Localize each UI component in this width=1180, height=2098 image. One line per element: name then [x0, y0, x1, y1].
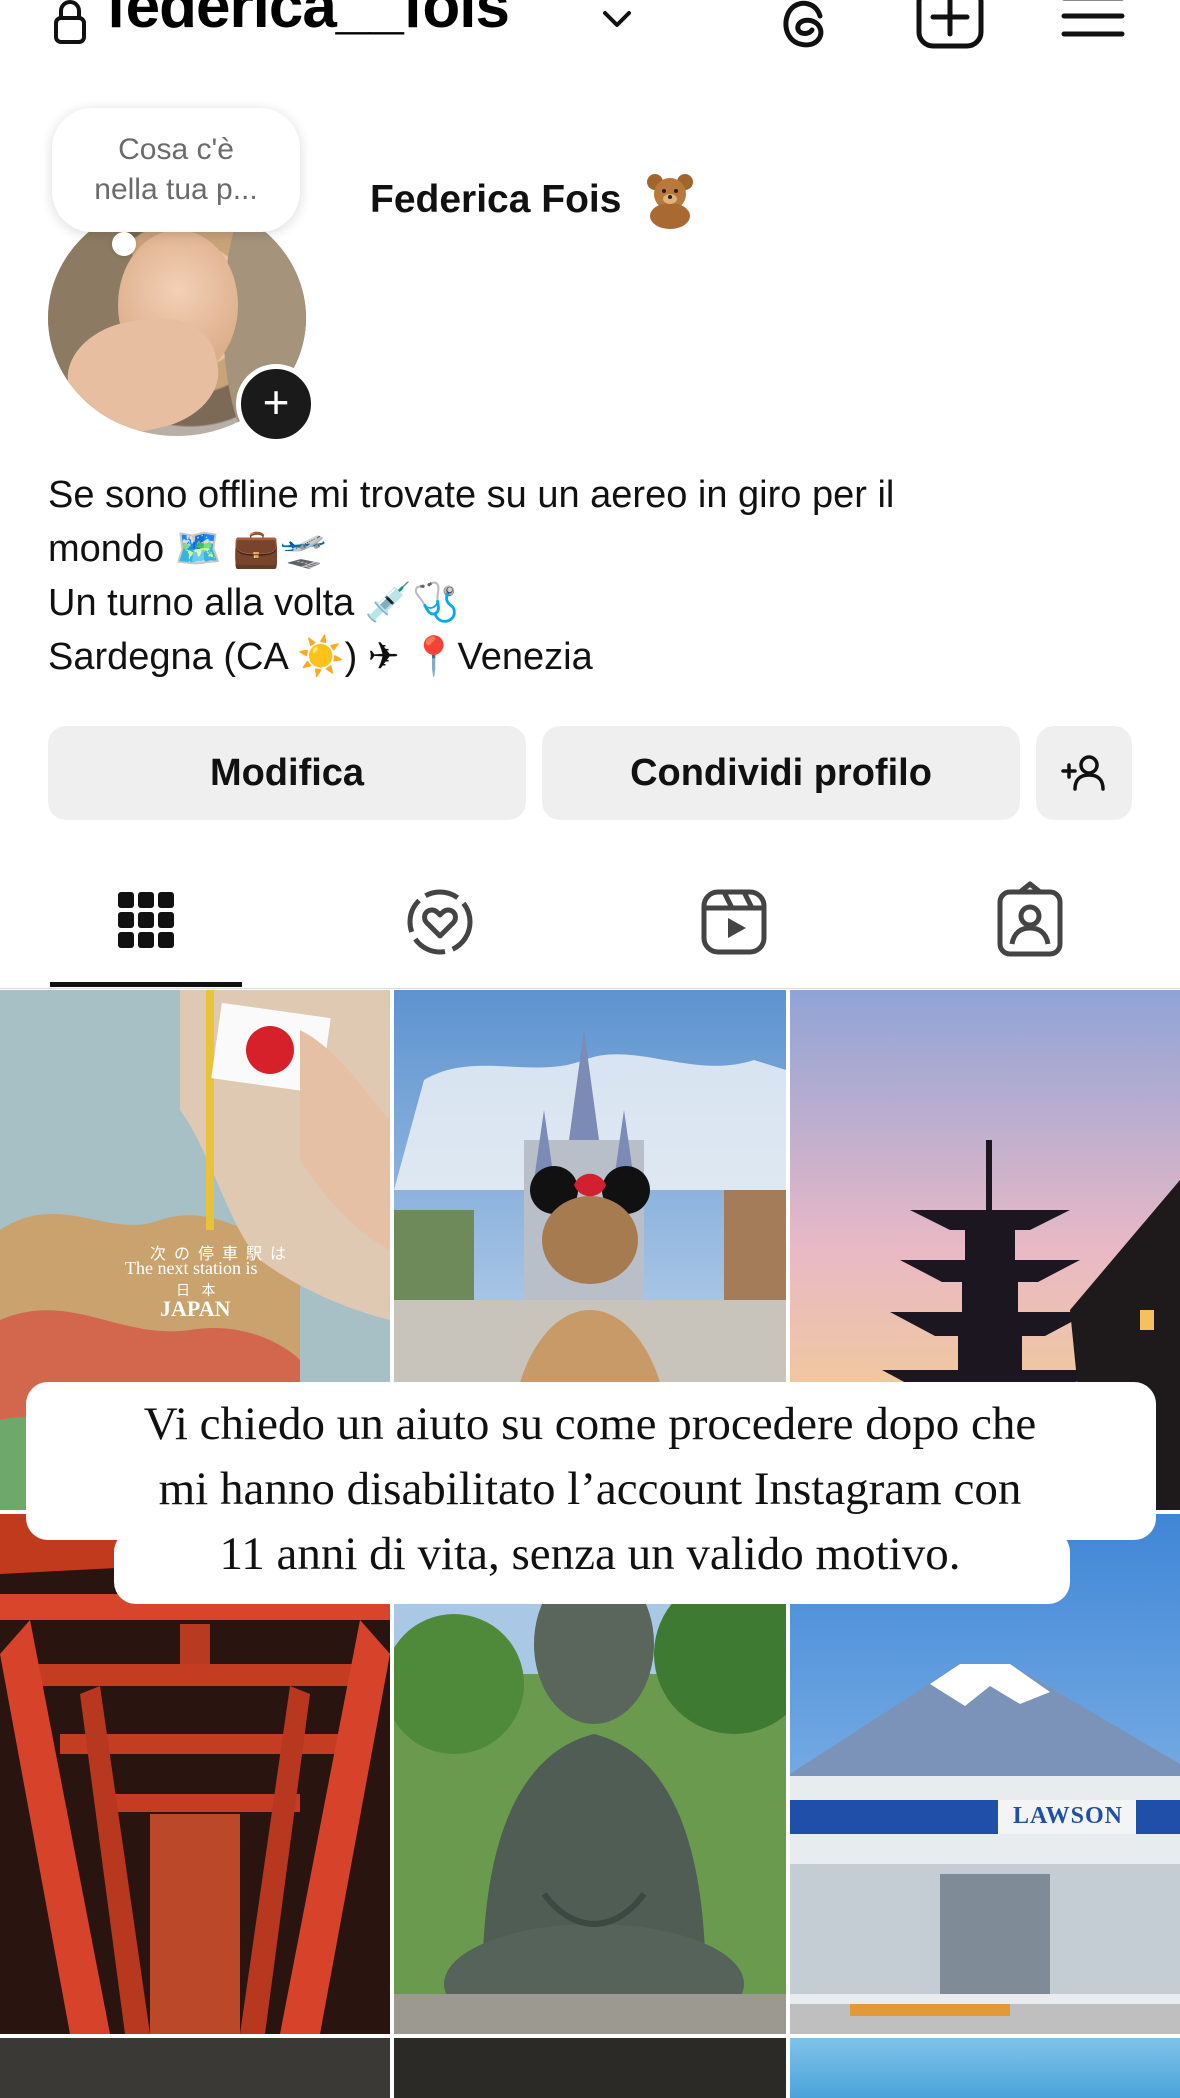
grid-icon[interactable]: [106, 880, 186, 960]
add-person-icon: [1061, 755, 1105, 791]
chevron-down-icon[interactable]: [600, 8, 634, 32]
hamburger-menu-icon[interactable]: [1060, 0, 1128, 52]
store-sign: LAWSON: [1012, 1803, 1124, 1829]
note-bubble[interactable]: Cosa c'è nella tua p...: [52, 108, 300, 232]
threads-icon[interactable]: [770, 0, 838, 52]
post-tile-9[interactable]: [790, 2038, 1180, 2098]
add-story-button[interactable]: +: [236, 364, 316, 444]
note-text-line1: Cosa c'è: [118, 133, 234, 166]
teddy-bear-icon: [647, 174, 693, 229]
caption-line-2: mi hanno disabilitato l’account Instagra…: [158, 1463, 1022, 1515]
post-caption-line2: The next station is: [125, 1258, 258, 1278]
edit-profile-button[interactable]: Modifica: [48, 726, 526, 820]
bio-line-2: mondo 🗺️ 💼🛫: [48, 528, 328, 570]
bio-line-4: Sardegna (CA ☀️) ✈ 📍Venezia: [48, 636, 593, 678]
caption-overlay-text: Vi chiedo un aiuto su come procedere dop…: [24, 1392, 1156, 1587]
active-tab-indicator: [50, 982, 242, 987]
post-tile-7[interactable]: [0, 2038, 390, 2098]
tagged-icon[interactable]: [990, 880, 1070, 960]
reels-icon[interactable]: [694, 880, 774, 960]
plus-square-icon[interactable]: [916, 0, 984, 52]
caption-line-3: 11 anni di vita, senza un valido motivo.: [219, 1528, 961, 1580]
display-name: Federica Fois: [370, 178, 622, 221]
heart-circle-icon[interactable]: [400, 880, 480, 960]
tab-divider: [0, 988, 1180, 989]
profile-username[interactable]: federica__fois: [106, 0, 510, 38]
caption-line-1: Vi chiedo un aiuto su come procedere dop…: [143, 1398, 1037, 1450]
bio-line-3: Un turno alla volta 💉🩺: [48, 582, 460, 624]
post-caption-line4: JAPAN: [160, 1296, 231, 1321]
note-text-line2: nella tua p...: [94, 173, 258, 206]
lock-icon: [54, 0, 86, 44]
bio-line-1: Se sono offline mi trovate su un aereo i…: [48, 474, 895, 516]
add-person-button[interactable]: [1036, 726, 1132, 820]
share-profile-button[interactable]: Condividi profilo: [542, 726, 1020, 820]
post-tile-8[interactable]: [394, 2038, 786, 2098]
note-bubble-tail: [112, 232, 136, 256]
